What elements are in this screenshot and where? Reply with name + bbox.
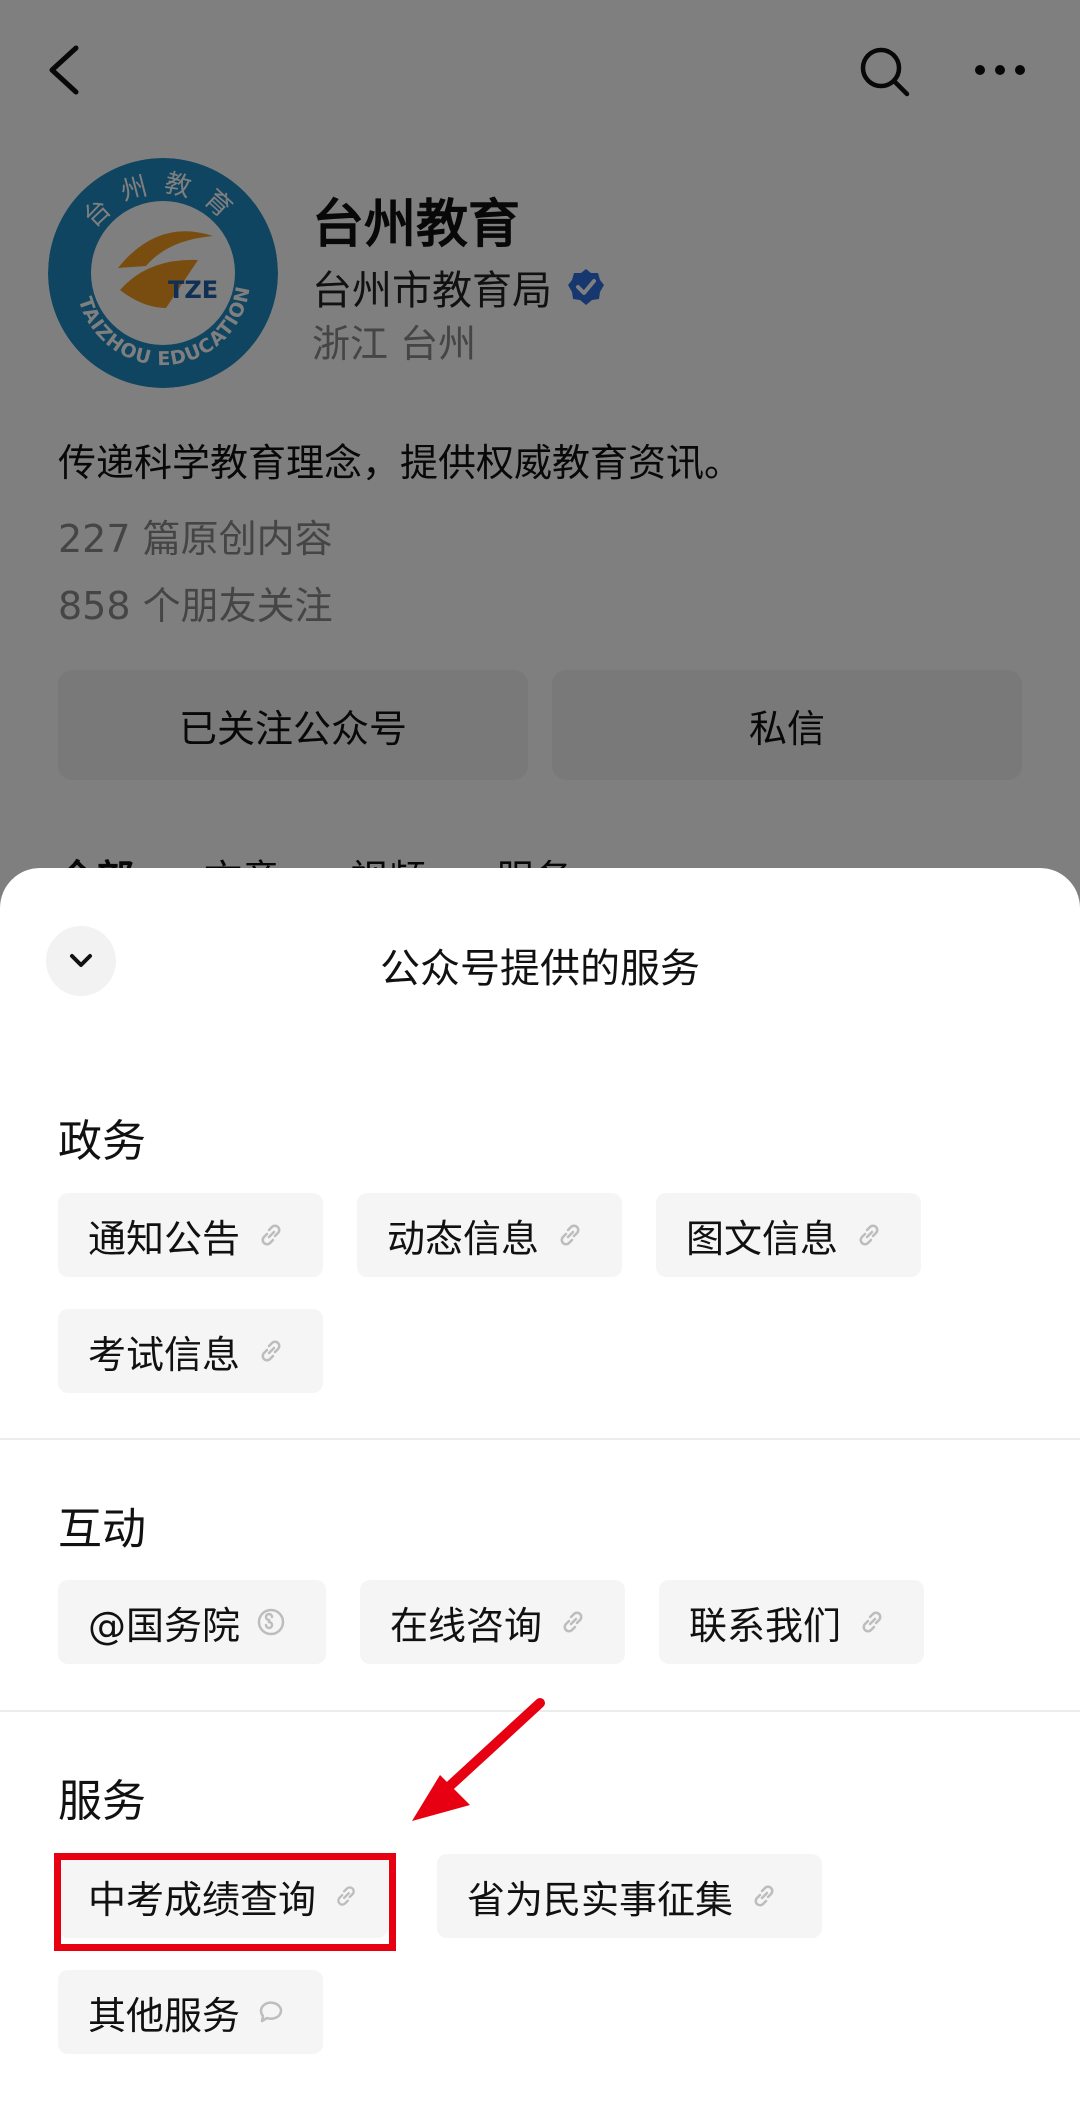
red-arrow-annotation — [412, 1698, 545, 1821]
link-icon — [261, 1224, 281, 1246]
service-chip-label: 图文信息 — [686, 1216, 839, 1261]
link-icon — [560, 1224, 580, 1246]
service-chip[interactable]: @国务院 — [58, 1580, 326, 1664]
service-chip-label: 动态信息 — [387, 1216, 540, 1261]
section-title-government: 政务 — [58, 1116, 146, 1167]
service-chip[interactable]: 考试信息 — [58, 1309, 323, 1393]
miniprogram-icon — [257, 1608, 285, 1636]
link-icon — [859, 1224, 879, 1246]
service-chip[interactable]: 图文信息 — [656, 1193, 921, 1277]
service-chip-label: 通知公告 — [88, 1216, 241, 1261]
service-chip-label: 联系我们 — [689, 1603, 842, 1648]
service-chip-label: 在线咨询 — [390, 1603, 543, 1648]
service-chip[interactable]: 在线咨询 — [360, 1580, 625, 1664]
service-chip-label: @国务院 — [88, 1603, 241, 1648]
section-divider — [0, 1438, 1080, 1440]
link-icon — [261, 1340, 281, 1362]
service-chip[interactable]: 动态信息 — [357, 1193, 622, 1277]
section-title-interaction: 互动 — [58, 1504, 146, 1555]
service-chip[interactable]: 其他服务 — [58, 1970, 323, 2054]
highlight-box-annotation — [54, 1853, 396, 1951]
service-chip-label: 省为民实事征集 — [467, 1877, 734, 1922]
link-icon — [754, 1885, 774, 1907]
sheet-title: 公众号提供的服务 — [380, 946, 700, 992]
chat-bubble-icon — [259, 2001, 283, 2023]
link-icon — [563, 1611, 583, 1633]
service-chip-label: 其他服务 — [88, 1993, 241, 2038]
service-chip[interactable]: 省为民实事征集 — [437, 1854, 822, 1938]
section-title-services: 服务 — [58, 1776, 146, 1827]
service-chip[interactable]: 通知公告 — [58, 1193, 323, 1277]
service-chip[interactable]: 联系我们 — [659, 1580, 924, 1664]
service-chip-label: 考试信息 — [88, 1332, 241, 1377]
link-icon — [862, 1611, 882, 1633]
